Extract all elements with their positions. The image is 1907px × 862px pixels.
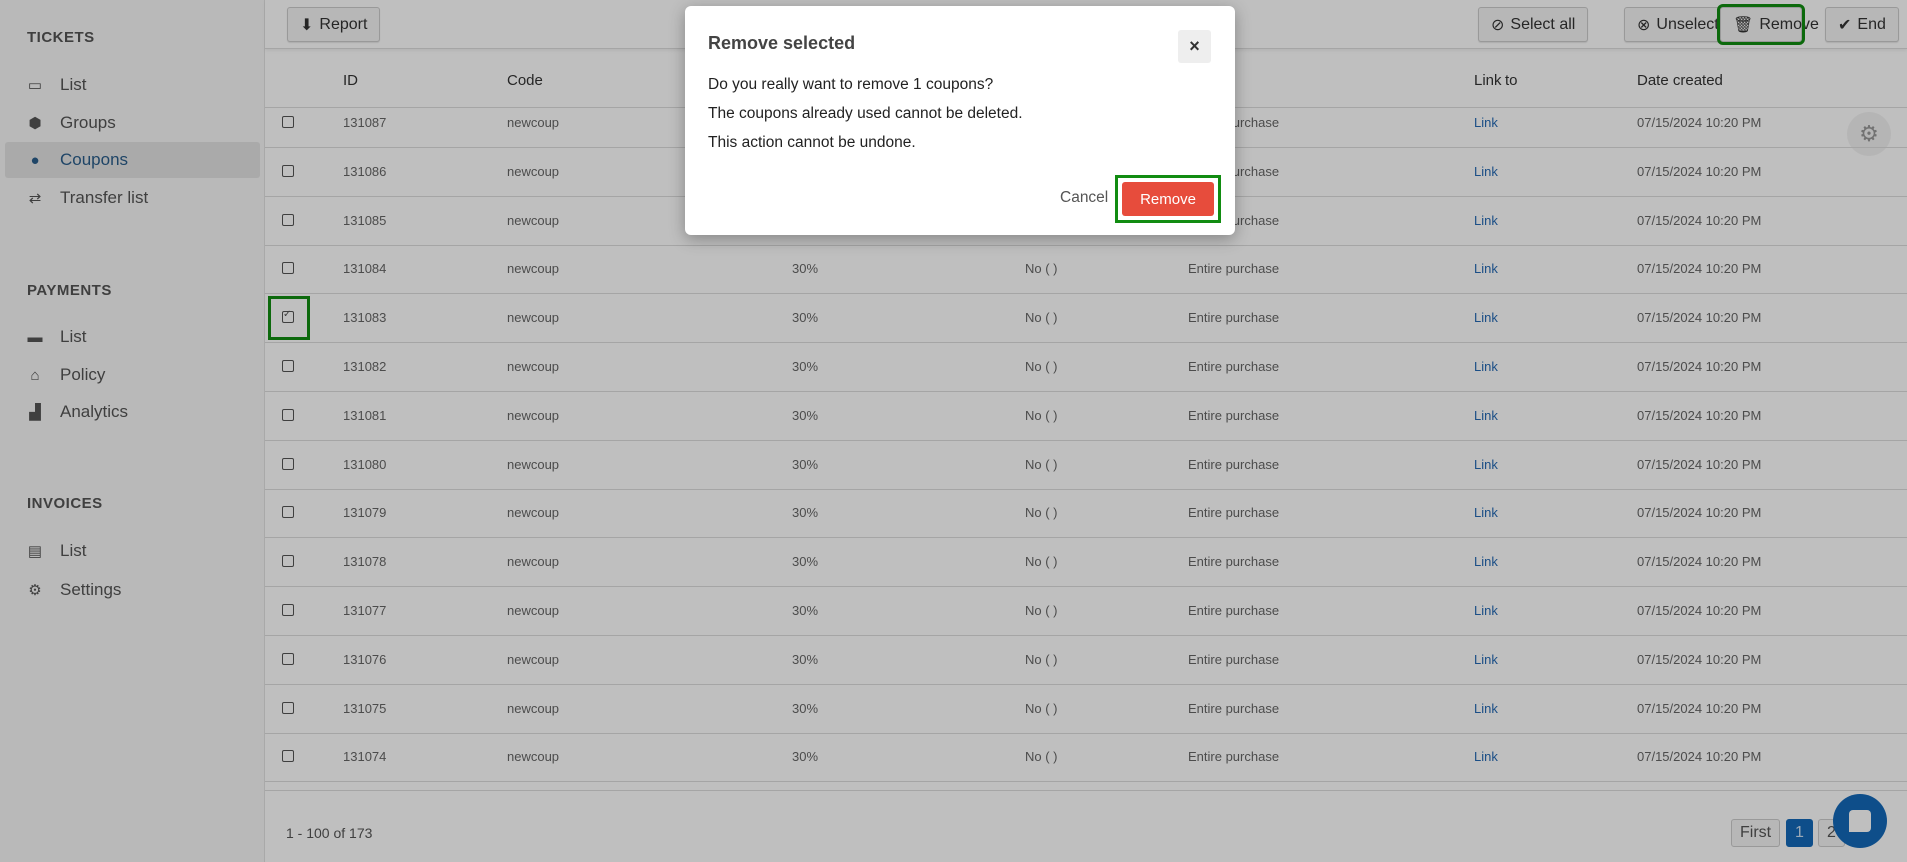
dialog-warning-used: The coupons already used cannot be delet… (708, 105, 1023, 122)
confirm-remove-button[interactable]: Remove (1122, 182, 1214, 216)
remove-selected-dialog: Remove selected × Do you really want to … (685, 6, 1235, 235)
dialog-title: Remove selected (708, 33, 856, 53)
cancel-button[interactable]: Cancel (1060, 189, 1108, 207)
dialog-message: Do you really want to remove 1 coupons? (708, 76, 994, 93)
close-icon[interactable]: × (1178, 30, 1211, 63)
dialog-warning-undo: This action cannot be undone. (708, 134, 916, 151)
